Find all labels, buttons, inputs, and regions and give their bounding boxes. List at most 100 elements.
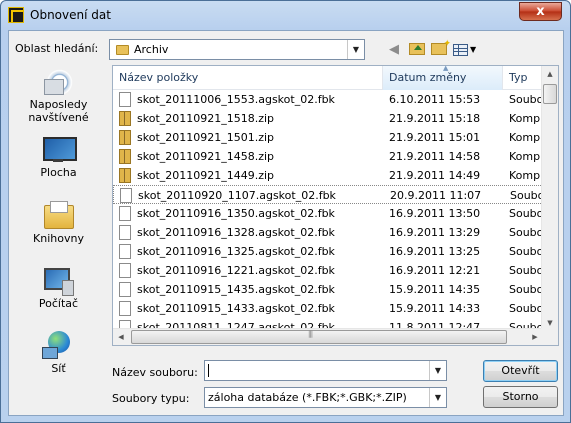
file-list[interactable]: Název položky Datum změny ▲ Typ skot_201… [112,64,559,346]
file-row[interactable]: skot_20110916_1328.agskot_02.fbk 16.9.201… [113,223,543,242]
file-row[interactable]: skot_20110921_1458.zip 21.9.2011 14:58 Kom… [113,147,543,166]
place-label: Počítač [38,297,79,310]
place-label: Síť [51,362,66,375]
filename-label: Název souboru: [112,366,198,379]
file-name: skot_20110916_1325.agskot_02.fbk [137,245,335,258]
cancel-button[interactable]: Storno [483,386,558,408]
file-row[interactable]: skot_20110916_1221.agskot_02.fbk 16.9.201… [113,261,543,280]
file-icon [119,225,131,240]
dialog-window: Obnovení dat x Oblast hledání: Archiv ▼ … [0,0,571,423]
file-name: skot_20110915_1435.agskot_02.fbk [137,283,335,296]
chevron-down-icon: ▼ [470,45,477,54]
file-row[interactable]: skot_20110921_1449.zip 21.9.2011 14:49 Kom… [113,166,543,185]
file-date: 16.9.2011 13:50 [389,207,481,220]
horizontal-scroll-thumb[interactable] [131,330,507,344]
filetype-select[interactable]: záloha databáze (*.FBK;*.GBK;*.ZIP) ▼ [204,387,447,408]
place-label: Knihovny [33,232,84,245]
dialog-client: Oblast hledání: Archiv ▼ ◀ ▼ Naposledy n… [8,30,564,416]
chevron-down-icon[interactable]: ▼ [429,361,446,380]
up-folder-icon[interactable] [409,43,425,55]
column-header-date-label: Datum změny [389,71,467,84]
file-name: skot_20110921_1449.zip [137,169,275,182]
file-date: 16.9.2011 13:25 [389,245,481,258]
filetype-value: záloha databáze (*.FBK;*.GBK;*.ZIP) [208,391,407,404]
place-libraries[interactable]: Knihovny [14,201,103,261]
computer-icon [42,266,74,296]
file-row[interactable]: skot_20110921_1501.zip 21.9.2011 15:01 Kom… [113,128,543,147]
file-icon [119,206,131,221]
file-row[interactable]: skot_20111006_1553.agskot_02.fbk 6.10.201… [113,90,543,109]
file-type: Kompr [509,150,543,163]
chevron-down-icon[interactable]: ▼ [347,40,364,59]
file-name: skot_20110916_1221.agskot_02.fbk [137,264,335,277]
file-type: Soubo [509,302,543,315]
title-bar[interactable]: Obnovení dat x [1,1,570,29]
horizontal-scrollbar[interactable]: ◀ ▶ [113,328,543,345]
place-recent[interactable]: Naposledy navštívené [14,67,103,127]
folder-icon [116,45,129,55]
file-type: Kompr [509,112,543,125]
file-type: Soubo [509,226,543,239]
back-arrow-icon[interactable]: ◀ [385,42,403,58]
scroll-left-icon[interactable]: ◀ [113,329,129,346]
column-header-name[interactable]: Název položky [113,66,383,90]
file-date: 21.9.2011 14:49 [389,169,481,182]
file-date: 6.10.2011 15:53 [389,93,481,106]
text-caret [208,364,209,377]
file-row[interactable]: skot_20110915_1435.agskot_02.fbk 15.9.201… [113,280,543,299]
file-type: Soubo [509,245,543,258]
file-icon [119,263,131,278]
filename-input[interactable]: ▼ [204,360,447,381]
file-date: 21.9.2011 14:58 [389,150,481,163]
file-date: 15.9.2011 14:35 [389,283,481,296]
column-headers: Název položky Datum změny ▲ Typ [113,64,543,90]
file-date: 16.9.2011 13:29 [389,226,481,239]
file-date: 21.9.2011 15:01 [389,131,481,144]
new-folder-icon[interactable] [431,36,451,55]
place-label: Naposledy navštívené [28,98,89,124]
libraries-icon [42,201,74,229]
vertical-scrollbar[interactable]: ▲ ▼ [541,66,558,332]
file-date: 15.9.2011 14:33 [389,302,481,315]
file-name: skot_20110915_1433.agskot_02.fbk [137,302,335,315]
close-button[interactable]: x [519,2,562,21]
file-name: skot_20110921_1458.zip [137,150,275,163]
file-rows: skot_20111006_1553.agskot_02.fbk 6.10.201… [113,90,543,334]
network-icon [42,331,74,359]
chevron-down-icon[interactable]: ▼ [429,388,446,407]
file-date: 16.9.2011 12:21 [389,264,481,277]
file-row[interactable]: skot_20110921_1518.zip 21.9.2011 15:18 Kom… [113,109,543,128]
lookin-label: Oblast hledání: [15,42,99,55]
grid-view-icon [453,44,468,56]
app-icon [8,7,24,23]
views-menu-icon[interactable]: ▼ [453,42,479,58]
places-bar: Naposledy navštívené Plocha Knihovny Poč… [14,67,103,375]
sort-arrow-icon: ▲ [443,64,449,72]
file-type: Soubo [509,264,543,277]
file-name: skot_20110920_1107.agskot_02.fbk [138,189,336,202]
file-row[interactable]: skot_20110916_1325.agskot_02.fbk 16.9.201… [113,242,543,261]
scroll-up-icon[interactable]: ▲ [542,66,558,83]
file-type: Soubo [510,189,543,202]
place-desktop[interactable]: Plocha [14,135,103,195]
zip-file-icon [119,168,131,183]
file-date: 20.9.2011 11:07 [390,189,482,202]
vertical-scroll-thumb[interactable] [543,84,557,104]
file-icon [119,282,131,297]
file-type: Kompr [509,169,543,182]
file-row[interactable]: skot_20110920_1107.agskot_02.fbk 20.9.201… [113,185,543,204]
file-name: skot_20110916_1328.agskot_02.fbk [137,226,335,239]
window-title: Obnovení dat [30,8,111,22]
file-icon [119,92,131,107]
place-network[interactable]: Síť [14,331,103,391]
desktop-icon [42,135,77,163]
place-computer[interactable]: Počítač [14,266,103,326]
open-button[interactable]: Otevřít [483,360,558,382]
file-date: 21.9.2011 15:18 [389,112,481,125]
file-name: skot_20110916_1350.agskot_02.fbk [137,207,335,220]
file-row[interactable]: skot_20110915_1433.agskot_02.fbk 15.9.201… [113,299,543,318]
file-row[interactable]: skot_20110916_1350.agskot_02.fbk 16.9.201… [113,204,543,223]
zip-file-icon [119,149,131,164]
lookin-combo[interactable]: Archiv ▼ [109,39,365,60]
file-name: skot_20110921_1501.zip [137,131,275,144]
